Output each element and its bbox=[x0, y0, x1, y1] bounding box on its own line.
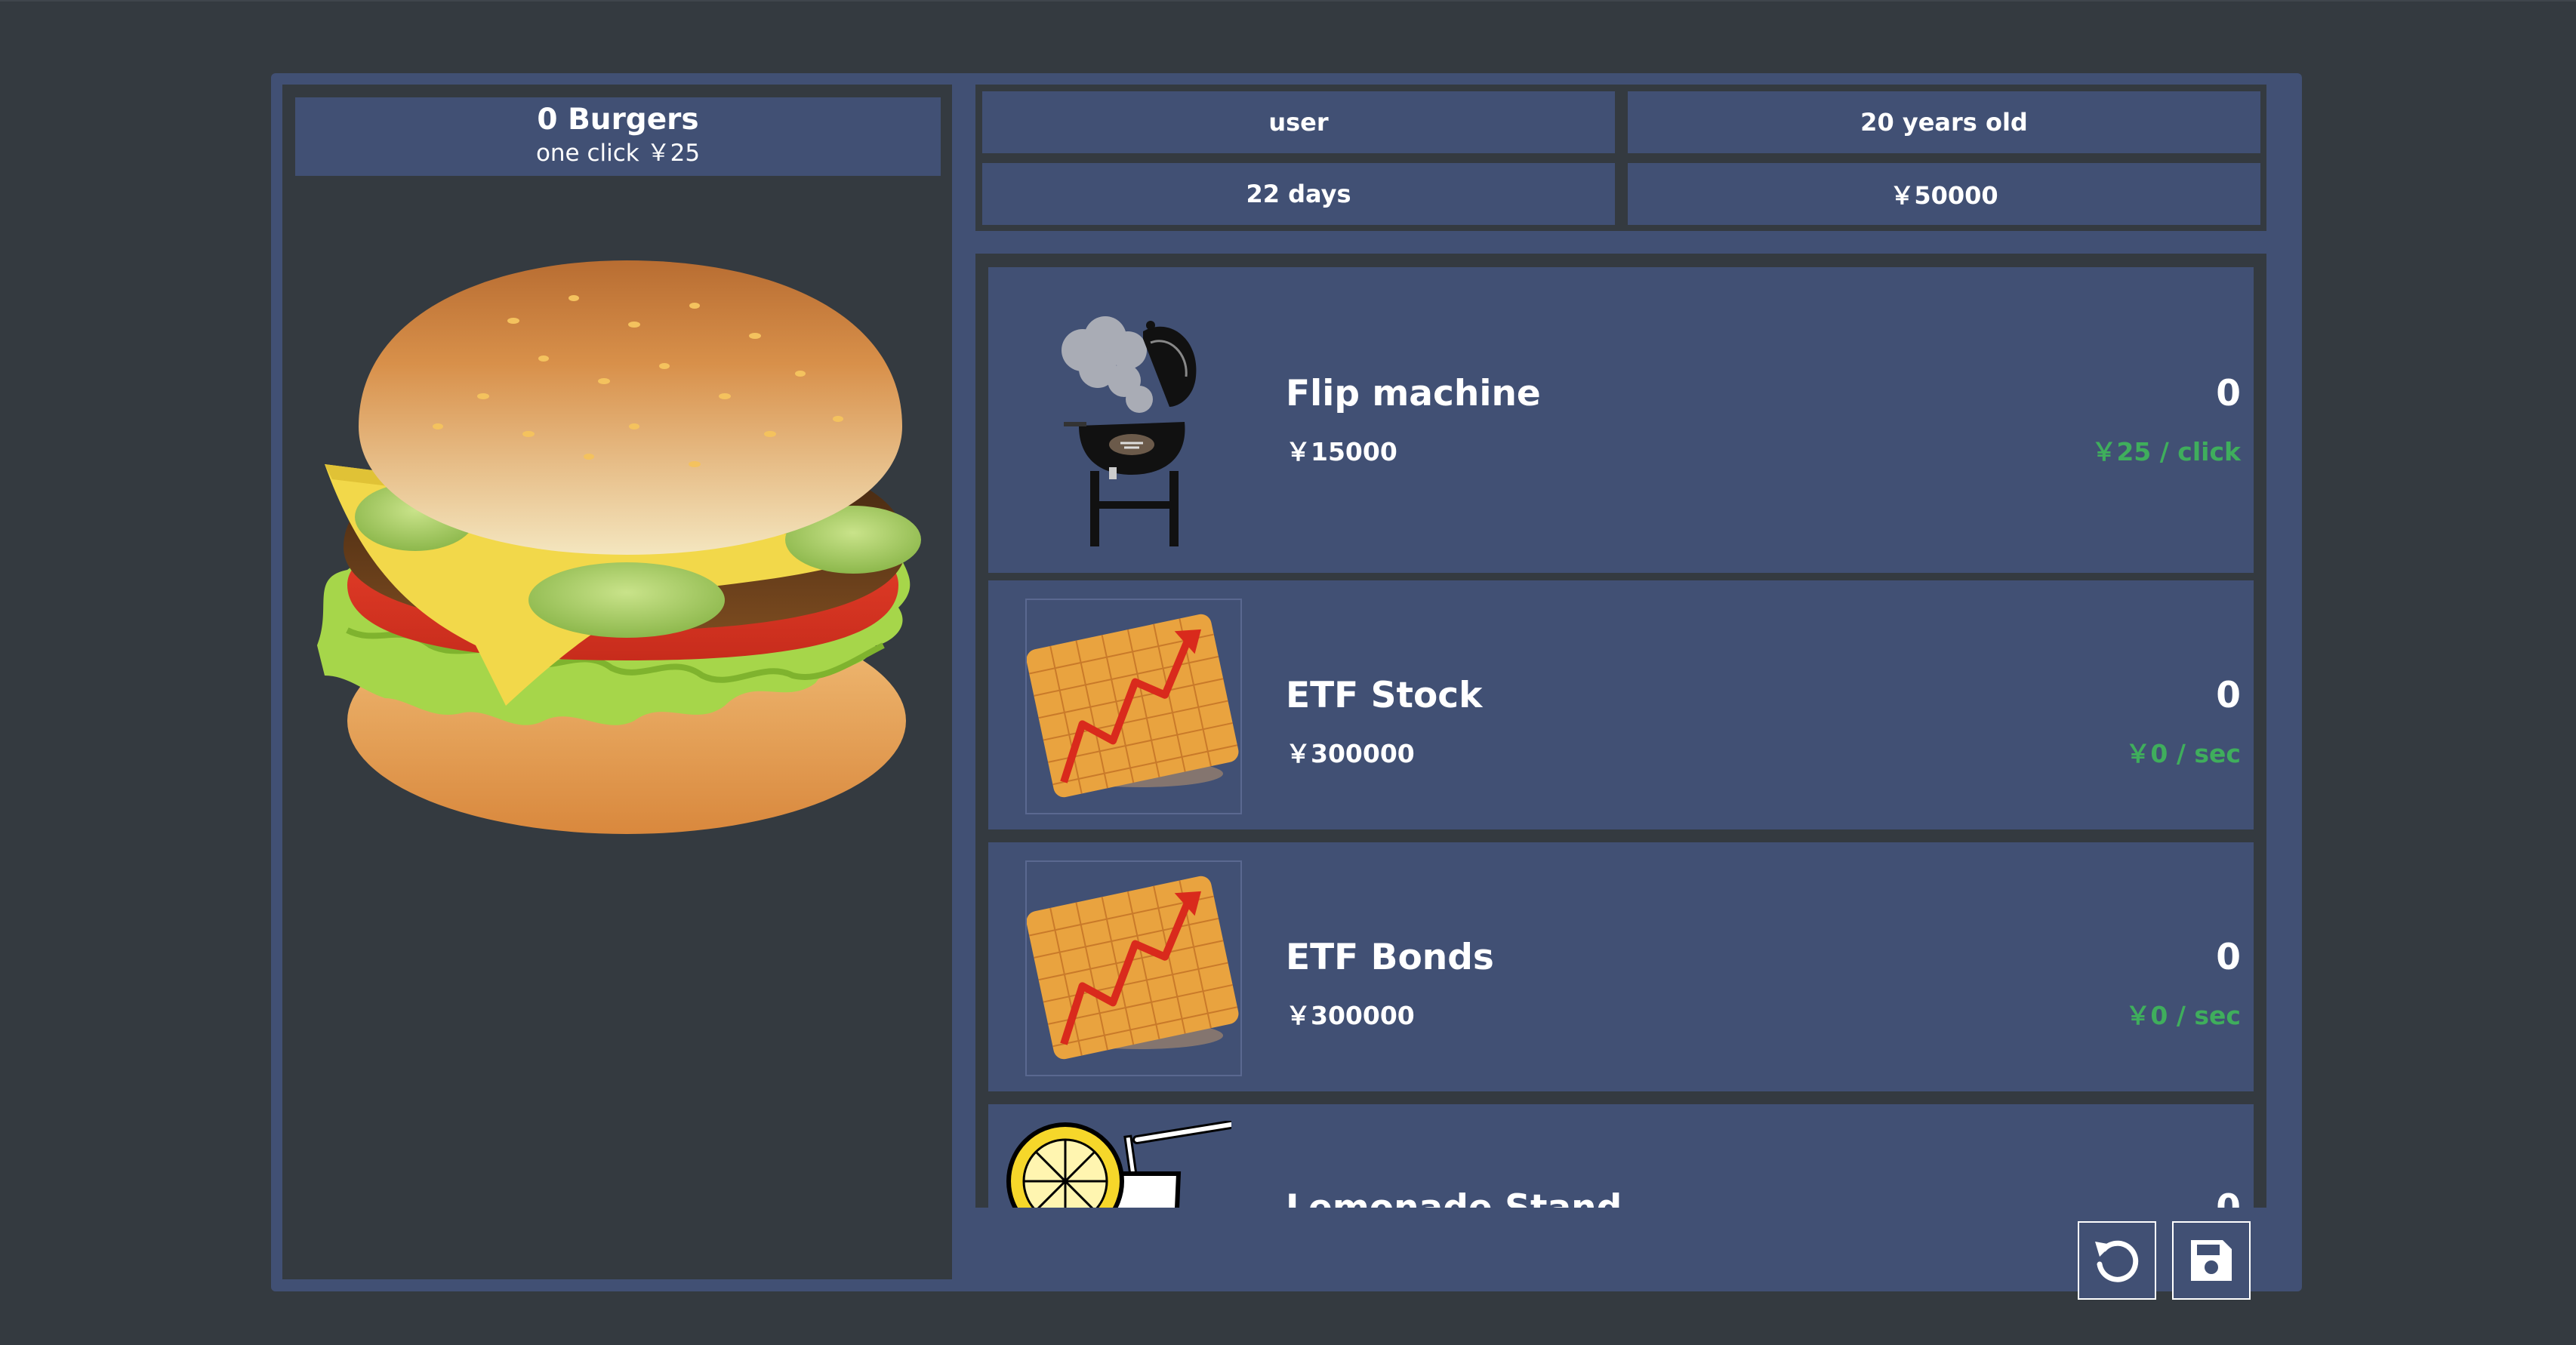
undo-icon bbox=[2095, 1240, 2139, 1282]
item-name: Lemonade Stand bbox=[1286, 1187, 1622, 1208]
item-name: ETF Stock bbox=[1286, 675, 1483, 716]
top-border bbox=[0, 0, 2576, 2]
item-owned-count: 0 bbox=[2216, 675, 2241, 716]
item-name: ETF Bonds bbox=[1286, 937, 1494, 978]
item-icon-frame bbox=[1025, 599, 1242, 814]
days-elapsed: 22 days bbox=[982, 163, 1615, 225]
list-item[interactable]: ETF Stock ￥300000 0 ￥0 / sec bbox=[988, 580, 2254, 829]
list-item[interactable]: Lemonade Stand 0 bbox=[988, 1104, 2254, 1208]
stock-chart-icon bbox=[1026, 876, 1239, 1060]
user-age: 20 years old bbox=[1628, 91, 2260, 153]
item-rate: ￥0 / sec bbox=[2125, 1001, 2241, 1030]
item-price: ￥15000 bbox=[1286, 437, 1397, 466]
item-rate: ￥0 / sec bbox=[2125, 739, 2241, 768]
grill-icon bbox=[1062, 316, 1197, 546]
item-name: Flip machine bbox=[1286, 373, 1541, 414]
item-owned-count: 0 bbox=[2216, 373, 2241, 414]
save-button[interactable] bbox=[2172, 1221, 2251, 1300]
hamburger-icon[interactable] bbox=[302, 253, 936, 857]
item-price: ￥300000 bbox=[1286, 739, 1415, 768]
item-price: ￥300000 bbox=[1286, 1001, 1415, 1030]
username: user bbox=[982, 91, 1615, 153]
money-balance: ￥50000 bbox=[1628, 163, 2260, 225]
item-rate: ￥25 / click bbox=[2091, 437, 2241, 466]
stock-chart-icon bbox=[1026, 614, 1239, 798]
burger-header: 0 Burgers one click ￥25 bbox=[295, 97, 941, 176]
save-icon bbox=[2191, 1240, 2232, 1281]
list-item[interactable]: ETF Bonds ￥300000 0 ￥0 / sec bbox=[988, 842, 2254, 1091]
per-click-value: one click ￥25 bbox=[535, 140, 701, 167]
item-owned-count: 0 bbox=[2216, 937, 2241, 978]
item-icon-frame bbox=[1025, 860, 1242, 1076]
reset-button[interactable] bbox=[2078, 1221, 2156, 1300]
item-list[interactable]: Flip machine ￥15000 0 ￥25 / click ETF St… bbox=[975, 254, 2266, 1208]
list-item[interactable]: Flip machine ￥15000 0 ￥25 / click bbox=[988, 267, 2254, 573]
item-owned-count: 0 bbox=[2216, 1187, 2241, 1208]
burger-count: 0 Burgers bbox=[537, 103, 699, 137]
lemonade-icon bbox=[1006, 1121, 1231, 1208]
